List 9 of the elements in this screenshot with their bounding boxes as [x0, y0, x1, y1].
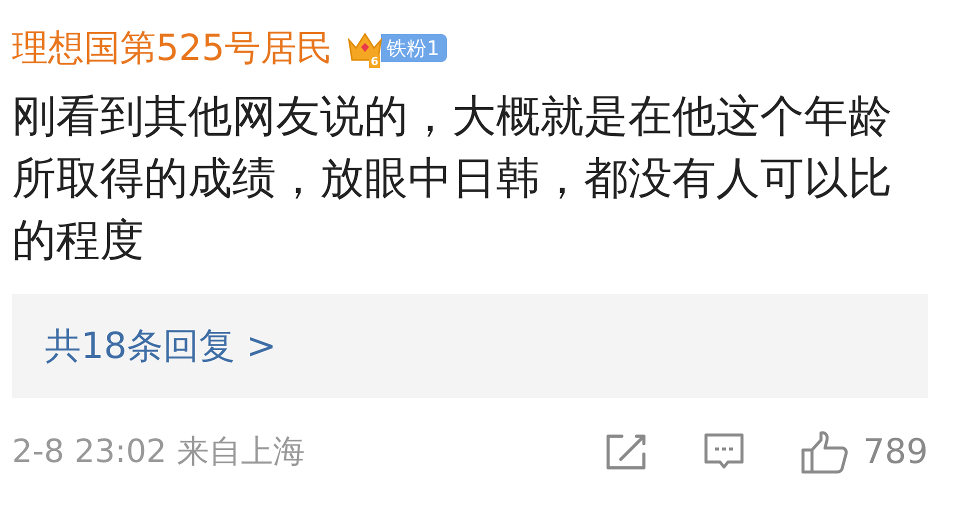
comment-text: 刚看到其他网友说的，大概就是在他这个年龄所取得的成绩，放眼中日韩，都没有人可以比的程度: [12, 90, 893, 268]
badge-level: 6: [368, 55, 380, 68]
username[interactable]: 理想国第525号居民: [12, 24, 333, 72]
share-icon[interactable]: [605, 433, 648, 471]
like-count: 789: [863, 432, 928, 472]
thumbs-up-icon[interactable]: [801, 430, 850, 474]
comment-meta: 2-8 23:02 来自上海: [12, 431, 305, 472]
replies-link[interactable]: 共18条回复 >: [45, 322, 276, 370]
badge-label: 铁粉1: [380, 34, 448, 62]
